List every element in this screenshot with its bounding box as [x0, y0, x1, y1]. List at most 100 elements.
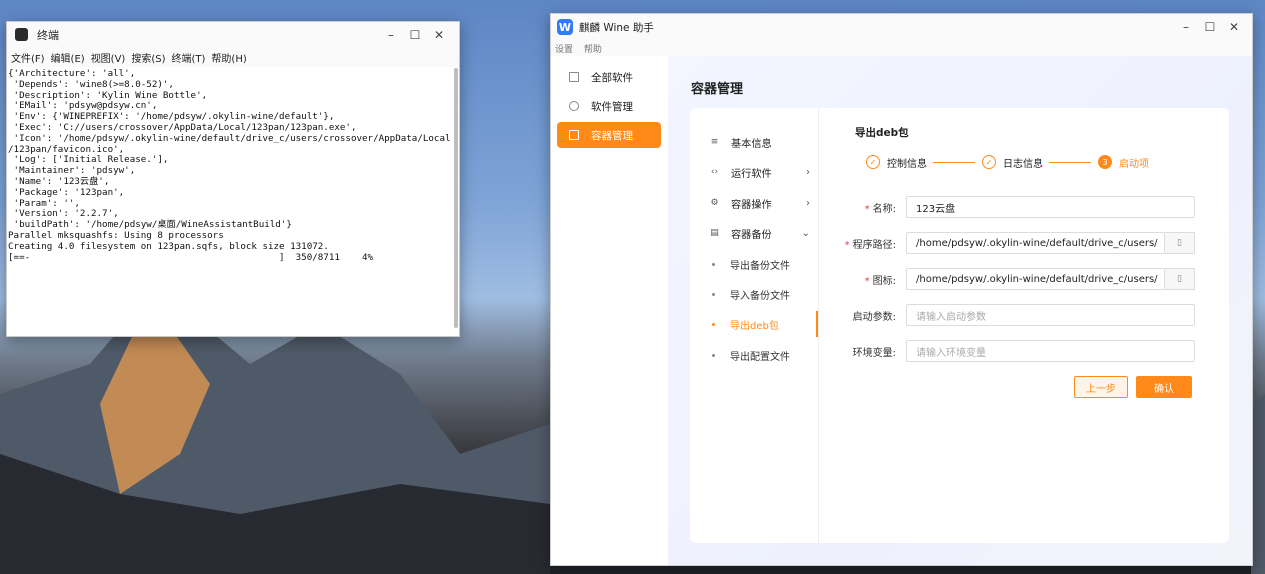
submenu-import-backup[interactable]: 导入备份文件 — [712, 282, 816, 306]
submenu-export-deb[interactable]: 导出deb包 — [712, 312, 816, 336]
form-row-path: * 程序路径: /home/pdsyw/.okylin-wine/default/… — [835, 232, 1195, 254]
main-sidebar: 全部软件 软件管理 容器管理 — [551, 56, 668, 565]
grid-icon — [569, 72, 579, 82]
terminal-title: 终端 — [37, 28, 59, 42]
field-label: 启动参数: — [852, 311, 896, 323]
bullet-icon — [712, 322, 715, 326]
chevron-right-icon: › — [806, 197, 810, 209]
wine-title: 麒麟 Wine 助手 — [579, 21, 654, 34]
close-icon[interactable]: ✕ — [427, 28, 451, 42]
list-icon: ≡ — [710, 137, 719, 147]
wine-titlebar[interactable]: W 麒麟 Wine 助手 – ☐ ✕ — [551, 14, 1252, 40]
wine-assistant-window[interactable]: W 麒麟 Wine 助手 – ☐ ✕ 设置 帮助 全部软件 软件管理 容器管理 … — [550, 13, 1253, 566]
step-label: 日志信息 — [1003, 158, 1043, 170]
launch-args-input[interactable]: 请输入启动参数 — [906, 304, 1195, 326]
main-content: 容器管理 ≡ 基本信息 ‹› 运行软件 › ⚙ 容器操作 › ▤ 容器备份 ⌄ … — [668, 56, 1252, 565]
bullet-icon — [712, 353, 715, 357]
submenu-label: 导出deb包 — [730, 320, 779, 332]
close-icon[interactable]: ✕ — [1222, 20, 1246, 34]
form-row-icon: * 图标: /home/pdsyw/.okylin-wine/default/dr… — [835, 268, 1195, 290]
container-submenu: ≡ 基本信息 ‹› 运行软件 › ⚙ 容器操作 › ▤ 容器备份 ⌄ 导出备份文… — [690, 108, 819, 543]
minimize-icon[interactable]: – — [379, 28, 403, 42]
form-row-name: * 名称: 123云盘 — [835, 196, 1195, 218]
terminal-line: 'Package': '123pan', — [8, 186, 125, 198]
field-label: * 名称: — [864, 203, 896, 215]
previous-step-button[interactable]: 上一步 — [1074, 376, 1128, 398]
field-label-text: 名称: — [872, 203, 896, 215]
submenu-label: 导入备份文件 — [730, 290, 790, 302]
terminal-window[interactable]: 终端 – ☐ ✕ 文件(F) 编辑(E) 视图(V) 搜索(S) 终端(T) 帮… — [6, 21, 460, 337]
page-title: 容器管理 — [691, 82, 744, 97]
maximize-icon[interactable]: ☐ — [1198, 20, 1222, 34]
step-connector — [1049, 161, 1091, 163]
name-input[interactable]: 123云盘 — [906, 196, 1195, 218]
menu-terminal[interactable]: 终端(T) — [172, 50, 206, 65]
menu-search[interactable]: 搜索(S) — [131, 50, 165, 65]
sidebar-item-label: 全部软件 — [591, 71, 633, 84]
submenu-export-backup[interactable]: 导出备份文件 — [712, 252, 816, 276]
sidebar-item-container-management[interactable]: 容器管理 — [557, 122, 661, 148]
submenu-container-backup[interactable]: ▤ 容器备份 ⌄ — [710, 221, 810, 245]
terminal-progress-line: [==- ] 350/8711 4% — [8, 251, 374, 263]
terminal-line: 'Depends': 'wine8(>=8.0-52)', — [8, 78, 174, 90]
field-label-text: 图标: — [872, 275, 896, 287]
form-row-env: 环境变量: 请输入环境变量 — [835, 340, 1195, 362]
menu-help[interactable]: 帮助(H) — [211, 50, 246, 65]
check-circle-icon: ✓ — [982, 155, 996, 169]
wine-logo-icon: W — [557, 19, 573, 35]
terminal-line: Creating 4.0 filesystem on 123pan.sqfs, … — [8, 240, 329, 252]
maximize-icon[interactable]: ☐ — [403, 28, 427, 42]
step-number-icon: 3 — [1098, 155, 1112, 169]
step-label: 控制信息 — [887, 158, 927, 170]
icon-path-input[interactable]: /home/pdsyw/.okylin-wine/default/drive_c… — [906, 268, 1165, 290]
step-connector — [933, 161, 975, 163]
terminal-line: 'Icon': '/home/pdsyw/.okylin-wine/defaul… — [8, 132, 451, 144]
submenu-active-indicator — [816, 311, 818, 337]
submenu-label: 运行软件 — [731, 168, 772, 180]
cube-icon — [569, 130, 579, 140]
menu-edit[interactable]: 编辑(E) — [51, 50, 85, 65]
submenu-label: 导出配置文件 — [730, 351, 790, 363]
sidebar-item-software-management[interactable]: 软件管理 — [557, 93, 661, 119]
menu-help[interactable]: 帮助 — [584, 45, 602, 55]
terminal-menubar: 文件(F) 编辑(E) 视图(V) 搜索(S) 终端(T) 帮助(H) — [7, 47, 459, 67]
sidebar-item-label: 容器管理 — [591, 129, 633, 142]
submenu-container-ops[interactable]: ⚙ 容器操作 › — [710, 191, 810, 215]
field-label-text: 程序路径: — [852, 239, 896, 251]
step-label: 启动项 — [1119, 158, 1149, 170]
confirm-button[interactable]: 确认 — [1136, 376, 1192, 398]
terminal-titlebar[interactable]: 终端 – ☐ ✕ — [7, 22, 459, 47]
submenu-label: 基本信息 — [731, 138, 772, 150]
menu-file[interactable]: 文件(F) — [11, 50, 45, 65]
chevron-down-icon: ⌄ — [801, 227, 810, 239]
submenu-run-software[interactable]: ‹› 运行软件 › — [710, 160, 810, 184]
submenu-label: 容器操作 — [731, 199, 772, 211]
wine-menubar: 设置 帮助 — [555, 42, 610, 55]
bullet-icon — [712, 292, 715, 296]
chevron-right-icon: › — [806, 166, 810, 178]
browse-file-icon[interactable]: ▯ — [1165, 268, 1195, 290]
minimize-icon[interactable]: – — [1174, 20, 1198, 34]
env-vars-input[interactable]: 请输入环境变量 — [906, 340, 1195, 362]
gear-icon: ⚙ — [710, 198, 719, 208]
terminal-output[interactable]: {'Architecture': 'all', 'Depends': 'wine… — [7, 67, 453, 336]
terminal-app-icon — [15, 28, 28, 41]
submenu-basic-info[interactable]: ≡ 基本信息 — [710, 130, 810, 154]
menu-view[interactable]: 视图(V) — [91, 50, 126, 65]
container-card: ≡ 基本信息 ‹› 运行软件 › ⚙ 容器操作 › ▤ 容器备份 ⌄ 导出备份文… — [690, 108, 1229, 543]
sidebar-item-label: 软件管理 — [591, 100, 633, 113]
form-row-args: 启动参数: 请输入启动参数 — [835, 304, 1195, 326]
archive-icon: ▤ — [710, 228, 719, 238]
sidebar-item-all-software[interactable]: 全部软件 — [557, 64, 661, 90]
browse-file-icon[interactable]: ▯ — [1165, 232, 1195, 254]
menu-settings[interactable]: 设置 — [555, 45, 573, 55]
field-label: 环境变量: — [852, 347, 896, 359]
submenu-label: 容器备份 — [731, 229, 772, 241]
program-path-input[interactable]: /home/pdsyw/.okylin-wine/default/drive_c… — [906, 232, 1165, 254]
step-indicator: ✓ 控制信息 ✓ 日志信息 3 启动项 — [866, 154, 1155, 170]
gear-icon — [569, 101, 579, 111]
terminal-scrollbar[interactable] — [454, 68, 458, 328]
submenu-export-config[interactable]: 导出配置文件 — [712, 343, 816, 367]
check-circle-icon: ✓ — [866, 155, 880, 169]
field-label: * 图标: — [864, 275, 896, 287]
